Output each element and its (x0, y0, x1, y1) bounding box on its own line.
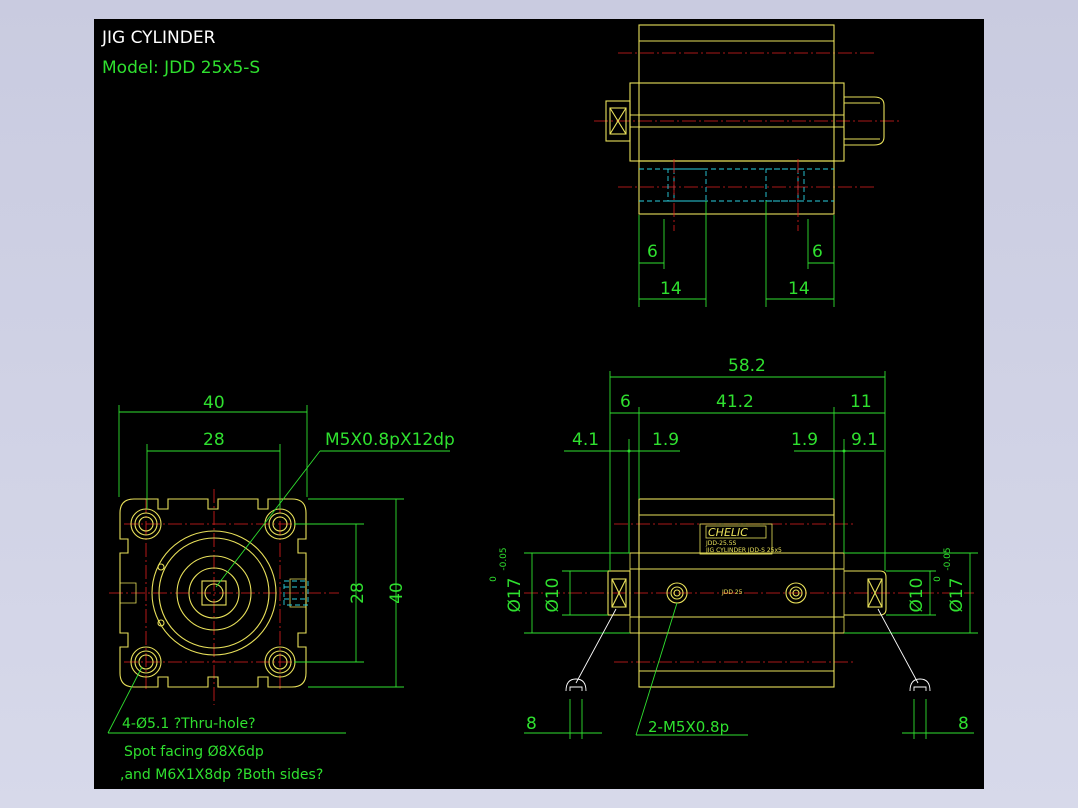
phi17-zero-left: 0 (489, 576, 499, 582)
dim-14-top-left: 14 (660, 279, 682, 299)
dim-28-top: 28 (203, 430, 225, 450)
front-body-outline (119, 498, 307, 688)
cad-viewport[interactable]: JIG CYLINDER Model: JDD 25x5-S 40 28 M5X… (94, 19, 984, 789)
phi17-tol-right: -0.05 (943, 547, 953, 570)
dim-1-9-right: 1.9 (791, 430, 818, 450)
phi10-left: Ø10 (543, 577, 563, 612)
plate-line-2: JIG CYLINDER JDD-S 25x5 (705, 547, 782, 554)
phi17-tol-left: -0.05 (499, 547, 509, 570)
both-sides-note: ,and M6X1X8dp ?Both sides? (120, 767, 323, 783)
side-view: CHELIC JDD-25.5S JIG CYLINDER JDD-S 25x5… (489, 356, 978, 739)
dim-58-2: 58.2 (728, 356, 766, 376)
phi17-zero-right: 0 (933, 576, 943, 582)
dim-9-1: 9.1 (851, 430, 878, 450)
dim-28-side: 28 (348, 582, 368, 604)
dim-11: 11 (850, 392, 872, 412)
dim-4-1: 4.1 (572, 430, 599, 450)
plate-line-1: JDD-25.5S (705, 540, 737, 547)
dim-40-side: 40 (387, 582, 407, 604)
phi10-right: Ø10 (907, 577, 927, 612)
spot-facing-note: Spot facing Ø8X6dp (124, 744, 264, 760)
dim-6-side: 6 (620, 392, 631, 412)
phi17-right: Ø17 (947, 577, 967, 612)
dim-14-top-right: 14 (788, 279, 810, 299)
dim-40-top: 40 (203, 393, 225, 413)
dim-6-top-left: 6 (647, 242, 658, 262)
body-mark: JDD 25 (721, 589, 743, 596)
dim-6-top-right: 6 (812, 242, 823, 262)
dim-8-right: 8 (958, 714, 969, 734)
drawing-canvas: JIG CYLINDER Model: JDD 25x5-S 40 28 M5X… (101, 24, 978, 783)
dim-41-2: 41.2 (716, 392, 754, 412)
front-view: 40 28 M5X0.8pX12dp 28 40 4-Ø5.1 ?Thru-ho… (107, 393, 455, 783)
hole-note: 4-Ø5.1 ?Thru-hole? (122, 716, 256, 732)
top-view-body (638, 24, 835, 162)
wrench-icon-right (909, 678, 931, 692)
model-label: Model: JDD 25x5-S (102, 58, 260, 78)
thread-callout: M5X0.8pX12dp (325, 430, 455, 450)
dim-8-left: 8 (526, 714, 537, 734)
drawing-title: JIG CYLINDER (101, 28, 216, 48)
dim-1-9-left: 1.9 (652, 430, 679, 450)
port-callout: 2-M5X0.8p (648, 718, 729, 736)
top-view: 6 6 14 14 (594, 24, 900, 307)
wrench-icon-left (565, 678, 587, 692)
phi17-left: Ø17 (505, 577, 525, 612)
brand-name: CHELIC (708, 526, 748, 539)
